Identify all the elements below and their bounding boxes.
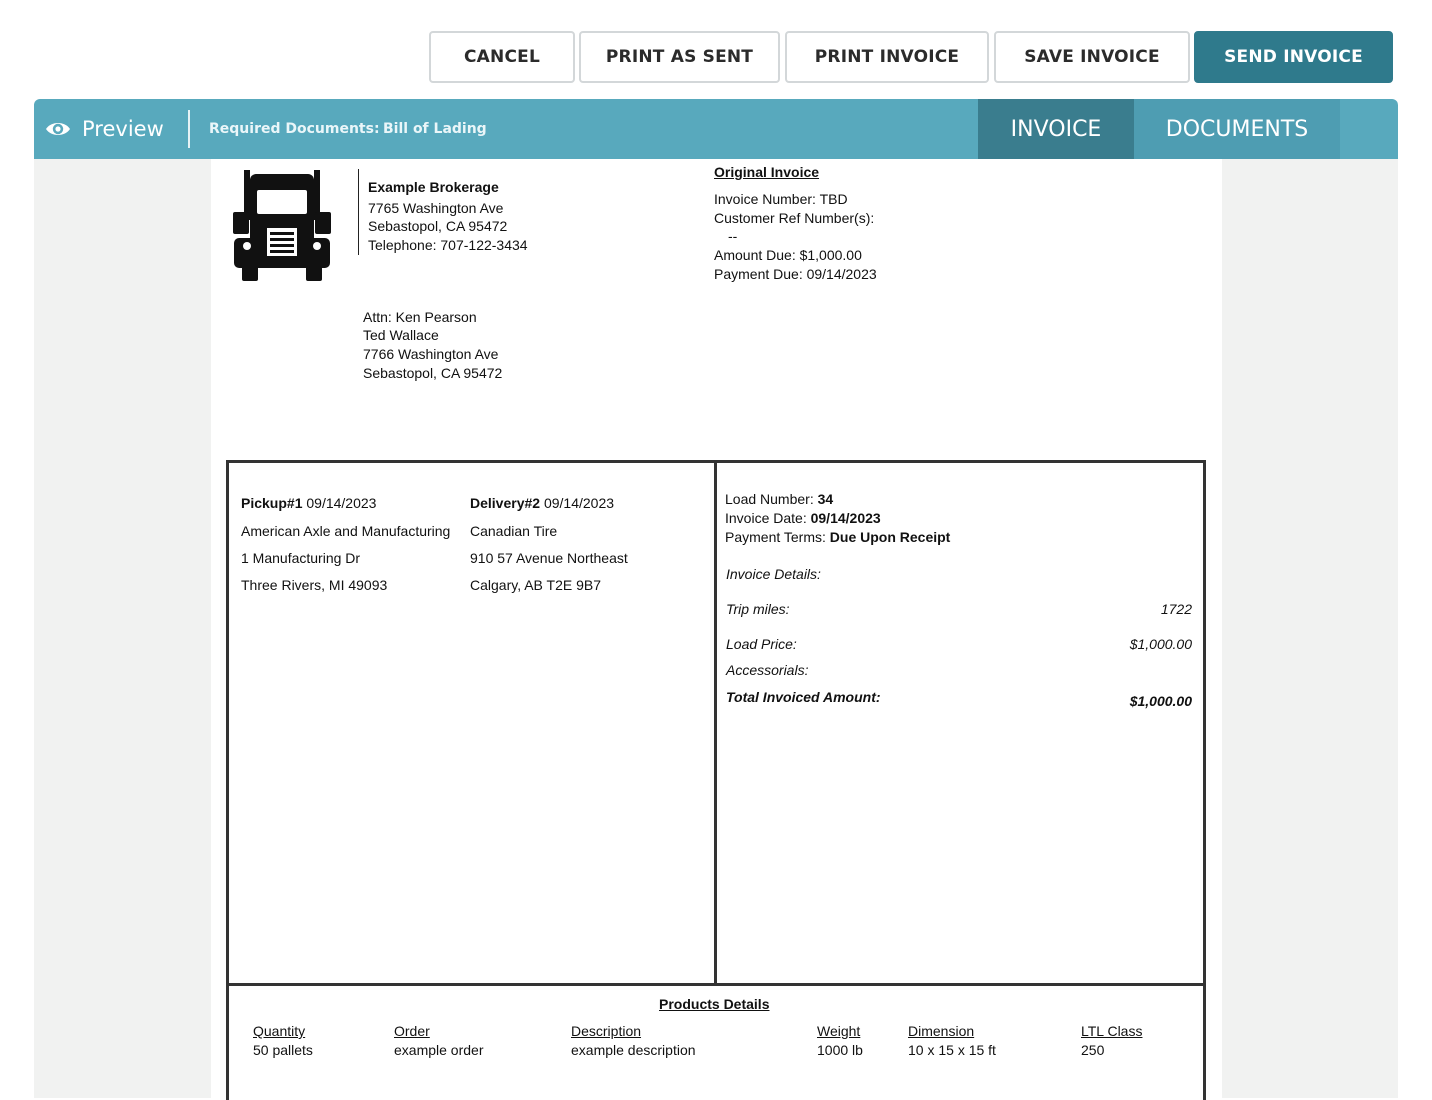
bill-to-address1: 7766 Washington Ave [363,346,499,362]
tab-invoice[interactable]: INVOICE [978,99,1134,159]
product-dimension: 10 x 15 x 15 ft [908,1042,996,1058]
pickup-address2: Three Rivers, MI 49093 [241,577,388,593]
delivery-label: Delivery#2 [470,495,541,511]
invoice-title: Original Invoice [714,164,820,180]
amount-due: Amount Due: $1,000.00 [714,247,862,263]
payment-terms-label: Payment Terms: [725,529,826,545]
box-vertical-divider [714,462,717,985]
bill-to-name: Ted Wallace [363,327,439,343]
company-name: Example Brokerage [368,179,499,195]
product-weight: 1000 lb [817,1042,863,1058]
load-price-value: $1,000.00 [1129,636,1192,652]
save-invoice-button[interactable]: SAVE INVOICE [994,31,1190,83]
required-documents-label: Required Documents: [209,121,380,137]
customer-ref-label: Customer Ref Number(s): [714,210,875,226]
bill-to-address2: Sebastopol, CA 95472 [363,365,503,381]
pickup-address1: 1 Manufacturing Dr [241,550,361,566]
preview-label: Preview [82,117,164,141]
invoice-details-label: Invoice Details: [726,566,821,582]
print-invoice-button[interactable]: PRINT INVOICE [785,31,989,83]
products-details-title: Products Details [659,996,770,1012]
total-invoiced-value: $1,000.00 [1129,693,1192,709]
preview-toggle[interactable]: Preview [44,99,164,159]
delivery-address1: 910 57 Avenue Northeast [470,550,628,566]
invoice-number: Invoice Number: TBD [714,191,848,207]
payment-due: Payment Due: 09/14/2023 [714,266,877,282]
trip-miles-label: Trip miles: [726,601,790,617]
eye-icon [46,123,70,135]
company-phone: Telephone: 707-122-3434 [368,237,528,253]
truck-logo-icon [233,170,331,281]
tab-documents[interactable]: DOCUMENTS [1134,99,1340,159]
delivery-address2: Calgary, AB T2E 9B7 [470,577,601,593]
col-weight-header: Weight [817,1023,861,1039]
load-number-label: Load Number: [725,491,814,507]
box-horizontal-divider [228,983,1204,986]
load-number-value: 34 [817,491,834,507]
total-invoiced-label: Total Invoiced Amount: [726,689,881,705]
pickup-header: Pickup#1 09/14/2023 [241,495,376,511]
preview-divider [188,110,190,148]
print-as-sent-button[interactable]: PRINT AS SENT [579,31,780,83]
preview-bar: Preview Required Documents: Bill of Ladi… [34,99,1398,159]
required-document-bill-of-lading[interactable]: Bill of Lading [383,99,487,159]
company-address1: 7765 Washington Ave [368,200,504,216]
load-price-label: Load Price: [726,636,797,652]
accessorials-label: Accessorials: [726,662,809,678]
customer-ref-value: -- [728,228,738,244]
pickup-label: Pickup#1 [241,495,303,511]
product-description: example description [571,1042,696,1058]
product-order: example order [394,1042,484,1058]
col-order-header: Order [394,1023,430,1039]
payment-terms: Payment Terms: Due Upon Receipt [725,529,950,545]
pickup-date: 09/14/2023 [306,495,377,511]
delivery-date: 09/14/2023 [543,495,615,511]
trip-miles-value: 1722 [1160,601,1192,617]
delivery-header: Delivery#2 09/14/2023 [470,495,614,511]
bill-to-attn: Attn: Ken Pearson [363,309,477,325]
delivery-name: Canadian Tire [470,523,558,539]
col-ltl-class-header: LTL Class [1081,1023,1143,1039]
product-ltl-class: 250 [1081,1042,1105,1058]
payment-terms-value: Due Upon Receipt [829,529,951,545]
send-invoice-button[interactable]: SEND INVOICE [1194,31,1393,83]
company-address2: Sebastopol, CA 95472 [368,218,508,234]
invoice-date-value: 09/14/2023 [810,510,881,526]
col-dimension-header: Dimension [908,1023,975,1039]
logo-divider [358,169,359,255]
col-description-header: Description [571,1023,642,1039]
action-bar: CANCEL PRINT AS SENT PRINT INVOICE SAVE … [0,31,1432,83]
invoice-date-label: Invoice Date: [725,510,807,526]
cancel-button[interactable]: CANCEL [429,31,575,83]
product-quantity: 50 pallets [253,1042,313,1058]
pickup-name: American Axle and Manufacturing [241,523,451,539]
load-number: Load Number: 34 [725,491,833,507]
col-quantity-header: Quantity [253,1023,306,1039]
invoice-date: Invoice Date: 09/14/2023 [725,510,881,526]
